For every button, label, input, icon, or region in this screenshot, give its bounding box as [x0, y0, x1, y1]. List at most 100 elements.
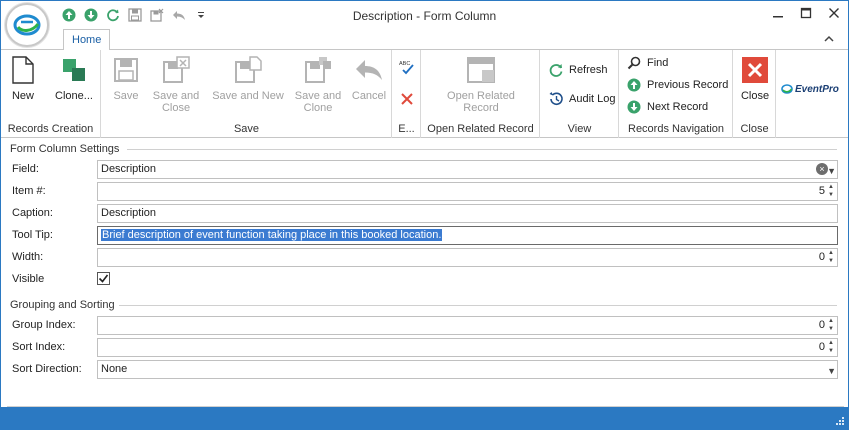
- clone-icon: [58, 54, 90, 86]
- tooltip-value: Brief description of event function taki…: [101, 229, 443, 241]
- sort-direction-select[interactable]: None ▼: [97, 360, 838, 379]
- eventpro-logo-mark-icon: [781, 84, 793, 94]
- caption-value: Description: [101, 207, 157, 219]
- item-no-spinner[interactable]: 5 ▲ ▼: [97, 182, 838, 201]
- new-button[interactable]: New: [5, 54, 41, 102]
- item-no-value: 5: [818, 185, 825, 197]
- save-and-close-label-2: Close: [161, 102, 191, 114]
- save-disk-icon: [110, 54, 142, 86]
- open-related-label-1: Open Related: [447, 90, 515, 102]
- delete-x-icon: [399, 91, 415, 107]
- spin-buttons-icon[interactable]: ▲ ▼: [828, 250, 836, 265]
- save-and-clone-button[interactable]: Save and Clone: [294, 54, 342, 114]
- app-logo[interactable]: [5, 3, 49, 47]
- audit-log-label: Audit Log: [569, 93, 616, 105]
- item-no-label: Item #:: [12, 185, 46, 197]
- audit-log-button[interactable]: Audit Log: [548, 91, 615, 107]
- group-save: Save Save and Close Save and New Save an…: [102, 50, 392, 138]
- cancel-label: Cancel: [351, 90, 387, 102]
- previous-record-label: Previous Record: [647, 79, 729, 91]
- spin-buttons-icon[interactable]: ▲ ▼: [828, 184, 836, 199]
- group-edit: ABC E...: [393, 50, 421, 138]
- minimize-icon[interactable]: [770, 5, 786, 21]
- open-related-icon: [465, 54, 497, 86]
- group-index-spinner[interactable]: 0 ▲ ▼: [97, 316, 838, 335]
- tab-home[interactable]: Home: [63, 29, 111, 51]
- clone-label: Clone...: [55, 90, 93, 102]
- visible-label: Visible: [12, 273, 45, 285]
- chevron-down-icon[interactable]: ▼: [827, 163, 836, 180]
- row-sort-index: Sort Index: 0 ▲ ▼: [7, 338, 844, 358]
- clone-button[interactable]: Clone...: [51, 54, 97, 102]
- delete-button[interactable]: [399, 91, 415, 107]
- open-related-record-button[interactable]: Open Related Record: [436, 54, 526, 114]
- chevron-down-icon[interactable]: ▼: [827, 363, 836, 380]
- find-label: Find: [647, 57, 669, 69]
- find-button[interactable]: Find: [626, 55, 668, 71]
- refresh-button[interactable]: Refresh: [548, 62, 608, 78]
- caption-label: Caption:: [12, 207, 53, 219]
- section-title-grouping-sorting: Grouping and Sorting: [10, 299, 119, 311]
- row-caption: Caption: Description: [7, 204, 844, 224]
- spellcheck-button[interactable]: ABC: [399, 59, 415, 75]
- sort-index-label: Sort Index:: [12, 341, 66, 353]
- save-new-disk-icon: [232, 54, 264, 86]
- group-index-value: 0: [818, 319, 825, 331]
- save-and-close-button[interactable]: Save and Close: [150, 54, 202, 114]
- group-label-records-navigation: Records Navigation: [628, 123, 724, 135]
- eventpro-logo: EventPro: [781, 83, 839, 95]
- eventpro-brand-text: EventPro: [795, 83, 839, 95]
- save-and-clone-label-1: Save and: [294, 90, 342, 102]
- new-document-icon: [7, 54, 39, 86]
- refresh-label: Refresh: [569, 64, 608, 76]
- group-records-navigation: Find Previous Record Next Record Records…: [620, 50, 733, 138]
- sort-direction-value: None: [101, 363, 128, 375]
- group-label-save: Save: [233, 123, 260, 135]
- field-combobox[interactable]: Description × ▼: [97, 160, 838, 179]
- tooltip-input[interactable]: Brief description of event function taki…: [97, 226, 838, 245]
- previous-record-icon: [626, 77, 642, 93]
- previous-record-button[interactable]: Previous Record: [626, 77, 728, 93]
- row-width: Width: 0 ▲ ▼: [7, 248, 844, 268]
- group-view: Refresh Audit Log View: [541, 50, 619, 138]
- group-index-label: Group Index:: [12, 319, 76, 331]
- audit-log-icon: [548, 91, 564, 107]
- next-record-button[interactable]: Next Record: [626, 99, 708, 115]
- new-label: New: [11, 90, 34, 102]
- refresh-view-icon: [548, 62, 564, 78]
- row-group-index: Group Index: 0 ▲ ▼: [7, 316, 844, 336]
- checkmark-icon: [98, 274, 109, 283]
- save-label: Save: [113, 90, 139, 102]
- save-and-new-label: Save and New: [212, 90, 284, 102]
- spin-buttons-icon[interactable]: ▲ ▼: [828, 318, 836, 333]
- caption-input[interactable]: Description: [97, 204, 838, 223]
- save-and-close-label-1: Save and: [152, 90, 200, 102]
- sort-index-spinner[interactable]: 0 ▲ ▼: [97, 338, 838, 357]
- visible-checkbox[interactable]: [97, 272, 110, 285]
- spellcheck-icon: ABC: [399, 59, 415, 75]
- collapse-ribbon-icon[interactable]: [824, 32, 834, 46]
- row-visible: Visible: [7, 270, 844, 290]
- row-tooltip: Tool Tip: Brief description of event fun…: [7, 226, 844, 246]
- form-column-window: Description - Form Column Home New Clone…: [0, 0, 849, 430]
- resize-grip-icon[interactable]: [835, 416, 845, 426]
- row-sort-direction: Sort Direction: None ▼: [7, 360, 844, 380]
- open-related-label-2: Record: [463, 102, 499, 114]
- title-bar: Description - Form Column: [1, 1, 848, 29]
- save-and-new-button[interactable]: Save and New: [212, 54, 284, 102]
- group-records-creation: New Clone... Records Creation: [1, 50, 101, 138]
- status-bar: [1, 407, 848, 429]
- close-window-icon[interactable]: [826, 5, 842, 21]
- spin-buttons-icon[interactable]: ▲ ▼: [828, 340, 836, 355]
- sort-direction-label: Sort Direction:: [12, 363, 82, 375]
- close-label: Close: [740, 90, 770, 102]
- row-field: Field: Description × ▼: [7, 160, 844, 180]
- width-spinner[interactable]: 0 ▲ ▼: [97, 248, 838, 267]
- close-button[interactable]: Close: [737, 54, 773, 102]
- width-label: Width:: [12, 251, 44, 263]
- save-button[interactable]: Save: [108, 54, 144, 102]
- save-and-clone-label-2: Clone: [303, 102, 333, 114]
- group-label-records-creation: Records Creation: [7, 123, 94, 135]
- maximize-icon[interactable]: [798, 5, 814, 21]
- cancel-button[interactable]: Cancel: [350, 54, 388, 102]
